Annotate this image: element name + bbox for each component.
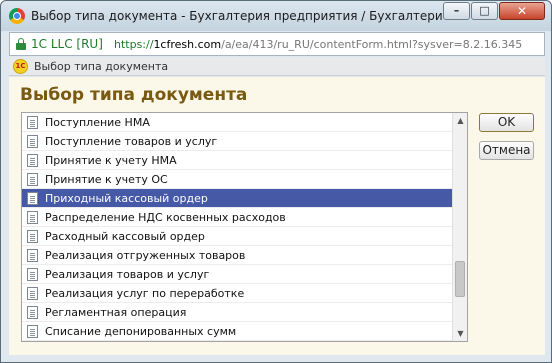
list-item-label: Реализация товаров и услуг	[45, 268, 210, 281]
ok-button[interactable]: OK	[479, 113, 534, 132]
list-item-label: Приходный кассовый ордер	[45, 192, 208, 205]
scroll-thumb[interactable]	[455, 261, 465, 297]
vertical-scrollbar[interactable]: ▲ ▼	[452, 113, 467, 341]
list-item-label: Поступление НМА	[45, 116, 150, 129]
title-bar[interactable]: Выбор типа документа - Бухгалтерия предп…	[1, 1, 551, 31]
list-item[interactable]: Реализация отгруженных товаров	[22, 246, 453, 265]
page-header-strip: 1С Выбор типа документа	[9, 57, 545, 76]
list-item-label: Расходный кассовый ордер	[45, 230, 205, 243]
certificate-label[interactable]: 1C LLC [RU]	[31, 37, 103, 51]
window-controls: – □ ✕	[442, 2, 545, 20]
chrome-icon	[9, 8, 25, 24]
address-bar[interactable]: 1C LLC [RU] https://1cfresh.com/a/ea/413…	[9, 32, 545, 56]
document-icon	[27, 325, 38, 338]
document-icon	[27, 268, 38, 281]
form-title: Выбор типа документа	[20, 85, 248, 105]
list-item[interactable]: Распределение НДС косвенных расходов	[22, 208, 453, 227]
page-strip-label: Выбор типа документа	[34, 60, 169, 73]
url-host: 1cfresh.com	[153, 38, 222, 51]
maximize-icon: □	[479, 4, 490, 17]
document-icon	[27, 249, 38, 262]
list-item[interactable]: Поступление товаров и услуг	[22, 132, 453, 151]
list-item[interactable]: Списание депонированных сумм	[22, 322, 453, 341]
maximize-button[interactable]: □	[471, 2, 498, 20]
url-text[interactable]: https://1cfresh.com/a/ea/413/ru_RU/conte…	[114, 38, 522, 51]
close-icon: ✕	[516, 4, 528, 18]
document-icon	[27, 135, 38, 148]
list-item-label: Реализация отгруженных товаров	[45, 249, 246, 262]
list-item-label: Реализация услуг по переработке	[45, 287, 245, 300]
list-item[interactable]: Принятие к учету ОС	[22, 170, 453, 189]
window-title: Выбор типа документа - Бухгалтерия предп…	[31, 9, 443, 23]
list-item-label: Принятие к учету ОС	[45, 173, 168, 186]
url-scheme: https://	[114, 38, 154, 51]
document-icon	[27, 306, 38, 319]
document-icon	[27, 287, 38, 300]
minimize-button[interactable]: –	[443, 2, 470, 20]
list-item-label: Распределение НДС косвенных расходов	[45, 211, 286, 224]
list-item[interactable]: Расходный кассовый ордер	[22, 227, 453, 246]
lock-icon	[16, 38, 26, 50]
list-item[interactable]: Приходный кассовый ордер	[22, 189, 453, 208]
list-item[interactable]: Реализация услуг по переработке	[22, 284, 453, 303]
list-item-label: Регламентная операция	[45, 306, 187, 319]
url-path: /a/ea/413/ru_RU/contentForm.html?sysver=…	[221, 38, 523, 51]
1c-logo-icon: 1С	[13, 59, 28, 74]
list-item[interactable]: Принятие к учету НМА	[22, 151, 453, 170]
list-item-label: Принятие к учету НМА	[45, 154, 177, 167]
scroll-up-arrow-icon[interactable]: ▲	[453, 113, 467, 128]
cancel-button[interactable]: Отмена	[479, 141, 534, 160]
document-icon	[27, 116, 38, 129]
document-icon	[27, 230, 38, 243]
scroll-down-arrow-icon[interactable]: ▼	[453, 326, 467, 341]
document-icon	[27, 211, 38, 224]
document-icon	[27, 154, 38, 167]
list-item-label: Списание депонированных сумм	[45, 325, 237, 338]
list-item[interactable]: Регламентная операция	[22, 303, 453, 322]
document-icon	[27, 173, 38, 186]
list-item[interactable]: Реализация товаров и услуг	[22, 265, 453, 284]
list-item-label: Поступление товаров и услуг	[45, 135, 218, 148]
document-icon	[27, 192, 38, 205]
document-type-list[interactable]: Поступление НМА Поступление товаров и усл…	[21, 112, 468, 342]
close-button[interactable]: ✕	[499, 2, 545, 20]
list-item[interactable]: Поступление НМА	[22, 113, 453, 132]
browser-window: Выбор типа документа - Бухгалтерия предп…	[0, 0, 552, 363]
form-content: Выбор типа документа Поступление НМА Пост…	[9, 77, 545, 355]
minimize-icon: –	[453, 4, 460, 17]
